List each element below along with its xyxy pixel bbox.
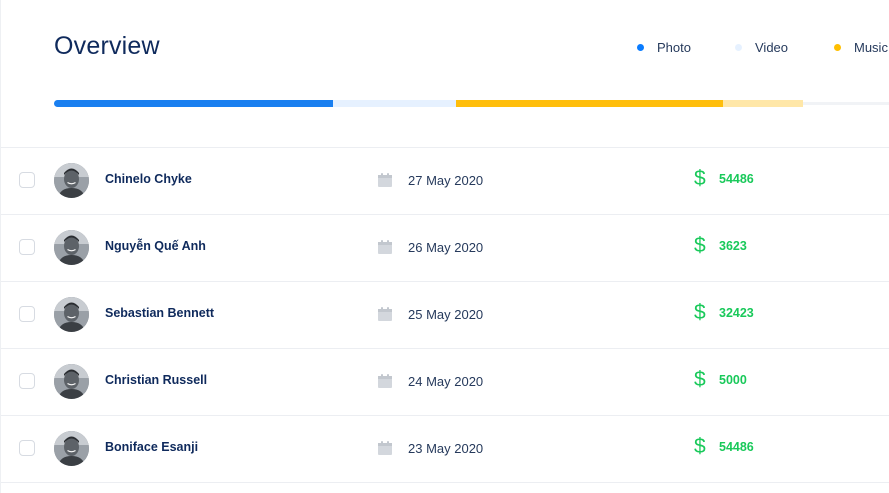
row-amount: 54486 <box>719 172 754 186</box>
row-checkbox[interactable] <box>19 373 35 389</box>
avatar <box>54 163 89 198</box>
progress-track-remaining <box>803 102 889 105</box>
dollar-icon: $ <box>694 435 706 458</box>
user-name: Nguyễn Quế Anh <box>105 239 206 253</box>
progress-segment-music-light <box>723 100 803 107</box>
calendar-icon <box>377 306 393 322</box>
avatar <box>54 297 89 332</box>
avatar <box>54 431 89 466</box>
calendar-icon <box>377 440 393 456</box>
user-name: Christian Russell <box>105 373 208 387</box>
row-date: 23 May 2020 <box>408 441 484 456</box>
user-name: Chinelo Chyke <box>105 172 192 186</box>
calendar-icon <box>377 172 393 188</box>
progress-segment-video <box>333 100 456 107</box>
legend-label: Photo <box>657 40 691 55</box>
row-date: 27 May 2020 <box>408 173 484 188</box>
row-date: 24 May 2020 <box>408 374 484 389</box>
row-checkbox[interactable] <box>19 440 35 456</box>
legend-item-photo: Photo <box>637 40 691 55</box>
legend-item-music: Music <box>834 40 888 55</box>
legend-label: Music <box>854 40 888 55</box>
row-amount: 32423 <box>719 306 754 320</box>
table-row[interactable]: Christian Russell 24 May 2020 $5000 <box>1 348 889 415</box>
user-name: Sebastian Bennett <box>105 306 215 320</box>
avatar <box>54 230 89 265</box>
row-date: 25 May 2020 <box>408 307 484 322</box>
dollar-icon: $ <box>694 167 706 190</box>
legend: Photo Video Music <box>1 40 889 56</box>
row-divider <box>1 482 889 483</box>
legend-item-video: Video <box>735 40 788 55</box>
row-amount: 3623 <box>719 239 747 253</box>
dollar-icon: $ <box>694 368 706 391</box>
dollar-icon: $ <box>694 234 706 257</box>
table-row[interactable]: Sebastian Bennett 25 May 2020 $32423 <box>1 281 889 348</box>
music-dot-icon <box>834 44 841 51</box>
row-amount: 54486 <box>719 440 754 454</box>
table-row[interactable]: Boniface Esanji 23 May 2020 $54486 <box>1 415 889 482</box>
avatar <box>54 364 89 399</box>
overview-panel: Overview Photo Video Music Chinelo Chyke… <box>0 0 889 493</box>
row-checkbox[interactable] <box>19 239 35 255</box>
row-amount: 5000 <box>719 373 747 387</box>
photo-dot-icon <box>637 44 644 51</box>
user-name: Boniface Esanji <box>105 440 199 454</box>
table-row[interactable]: Chinelo Chyke 27 May 2020 $54486 <box>1 147 889 214</box>
dollar-icon: $ <box>694 301 706 324</box>
calendar-icon <box>377 239 393 255</box>
calendar-icon <box>377 373 393 389</box>
row-checkbox[interactable] <box>19 172 35 188</box>
legend-label: Video <box>755 40 789 55</box>
row-date: 26 May 2020 <box>408 240 484 255</box>
video-dot-icon <box>735 44 742 51</box>
progress-segment-music <box>456 100 723 107</box>
row-checkbox[interactable] <box>19 306 35 322</box>
usage-progress-bar <box>54 100 889 107</box>
progress-segment-photo <box>54 100 333 107</box>
table-row[interactable]: Nguyễn Quế Anh 26 May 2020 $3623 <box>1 214 889 281</box>
